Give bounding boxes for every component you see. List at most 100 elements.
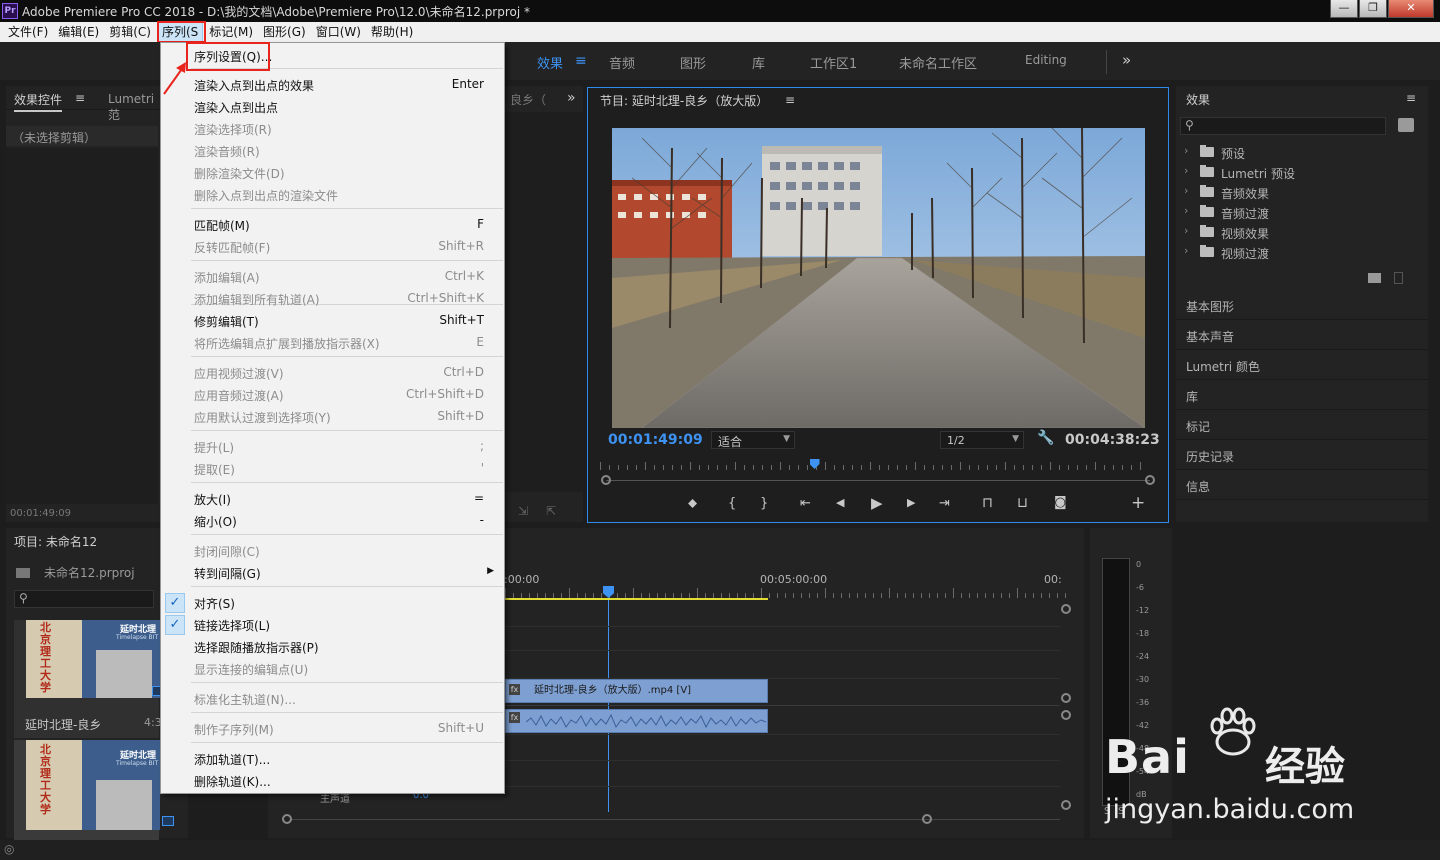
program-menu-icon[interactable]: ≡	[785, 93, 795, 107]
workspace-library[interactable]: 库	[752, 53, 765, 72]
sequence-menu-item[interactable]: 渲染入点到出点	[161, 96, 504, 118]
sequence-menu-item[interactable]: 放大(I) =	[161, 488, 504, 510]
program-time-ruler[interactable]	[600, 460, 1150, 472]
effects-item-audio-effects[interactable]: › 音频效果	[1180, 182, 1420, 202]
panel-menu-icon[interactable]: ≡	[75, 91, 85, 105]
mark-out-icon[interactable]: }	[760, 496, 768, 511]
menu-edit[interactable]: 编辑(E)	[54, 23, 103, 41]
horizontal-zoom-handle-left[interactable]	[282, 814, 292, 824]
menu-item-label: 转到间隔(G)	[194, 567, 261, 581]
project-clip-item-2[interactable]: 北京理工大学 延时北理 Timelapse BIT	[14, 740, 174, 840]
effects-search-input[interactable]: ⚲	[1180, 117, 1386, 135]
project-search-input[interactable]: ⚲	[14, 590, 154, 608]
effects-menu-icon[interactable]: ≡	[1406, 91, 1416, 105]
effects-item-presets[interactable]: › 预设	[1180, 142, 1420, 162]
effects-item-video-effects[interactable]: › 视频效果	[1180, 222, 1420, 242]
workspace-overflow-icon[interactable]: »	[1122, 51, 1131, 69]
zoom-handle-right[interactable]	[1145, 475, 1155, 485]
camera-export-frame-icon[interactable]: ◙	[1054, 495, 1067, 510]
horizontal-scrollbar-track[interactable]	[290, 819, 1060, 820]
menu-help[interactable]: 帮助(H)	[367, 23, 417, 41]
sequence-menu-item[interactable]: ✓ 链接选择项(L)	[161, 614, 504, 636]
folder-icon	[1200, 165, 1214, 177]
sequence-menu-item: 显示连接的编辑点(U)	[161, 658, 504, 680]
lift-icon[interactable]: ⊓	[982, 495, 993, 511]
video-clip[interactable]: fx 延时北理-良乡（放大版）.mp4 [V]	[505, 679, 768, 703]
sequence-menu-item[interactable]: 删除轨道(K)...	[161, 770, 504, 792]
step-forward-icon[interactable]: ▶	[907, 496, 915, 509]
maximize-button[interactable]: ❐	[1359, 0, 1387, 18]
step-back-icon[interactable]: ◀	[836, 496, 844, 509]
close-button[interactable]: ✕	[1388, 0, 1434, 18]
workspace-1[interactable]: 工作区1	[810, 53, 857, 72]
wrench-settings-icon[interactable]: 🔧	[1037, 430, 1054, 446]
play-icon[interactable]: ▶	[871, 494, 883, 512]
sequence-menu-item[interactable]: 缩小(O) -	[161, 510, 504, 532]
workspace-audio[interactable]: 音频	[609, 53, 635, 72]
minimize-button[interactable]: —	[1330, 0, 1358, 18]
sequence-menu-item[interactable]: 修剪编辑(T) Shift+T	[161, 310, 504, 332]
ruler-tick	[1017, 588, 1018, 598]
timeline-time-ruler[interactable]	[505, 588, 1066, 598]
audio-clip[interactable]: fx	[505, 709, 768, 733]
button-editor-add-icon[interactable]: +	[1131, 493, 1145, 513]
sequence-menu-item[interactable]: ✓ 对齐(S)	[161, 592, 504, 614]
workspace-graphics[interactable]: 图形	[680, 53, 706, 72]
workspace-effects[interactable]: 效果	[537, 53, 563, 72]
section-essential-graphics[interactable]: 基本图形	[1176, 290, 1428, 320]
source-monitor-body	[505, 112, 583, 492]
menu-marker[interactable]: 标记(M)	[205, 23, 257, 41]
go-to-in-icon[interactable]: ⇤	[800, 496, 811, 511]
ruler-tick	[569, 588, 570, 598]
tab-effect-controls[interactable]: 效果控件	[14, 91, 63, 112]
section-libraries[interactable]: 库	[1176, 380, 1428, 410]
section-essential-sound[interactable]: 基本声音	[1176, 320, 1428, 350]
source-export-icon[interactable]: ⇲	[518, 504, 528, 518]
sequence-menu-item[interactable]: 添加轨道(T)...	[161, 748, 504, 770]
source-overflow-icon[interactable]: »	[567, 90, 576, 106]
vertical-zoom-handle-bottom[interactable]	[1061, 800, 1071, 810]
sequence-menu-item[interactable]: 转到间隔(G) ▶	[161, 562, 504, 584]
trash-icon[interactable]	[1394, 272, 1403, 284]
section-info[interactable]: 信息	[1176, 470, 1428, 500]
new-bin-folder-icon[interactable]	[1368, 273, 1381, 283]
source-insert-icon[interactable]: ⇱	[546, 504, 556, 518]
add-marker-icon[interactable]: ⬥	[688, 496, 697, 511]
red-arrow-icon	[163, 62, 186, 95]
workspace-editing[interactable]: Editing	[1025, 53, 1067, 67]
work-area-bar[interactable]	[505, 598, 768, 600]
menu-file[interactable]: 文件(F)	[4, 23, 52, 41]
mark-in-icon[interactable]: {	[728, 496, 736, 511]
resolution-dropdown[interactable]: 1/2 ▼	[940, 431, 1024, 449]
go-to-out-icon[interactable]: ⇥	[939, 496, 950, 511]
project-clip-item-1[interactable]: 北京理工大学 延时北理 Timelapse BIT 延时北理-良乡 4:3	[14, 620, 164, 738]
workspace-menu-icon[interactable]: ≡	[575, 53, 587, 69]
vertical-zoom-handle-top[interactable]	[1061, 604, 1071, 614]
ruler-tick	[825, 588, 826, 598]
zoom-handle-left[interactable]	[601, 475, 611, 485]
vertical-zoom-handle-audio[interactable]	[1061, 710, 1071, 720]
menu-window[interactable]: 窗口(W)	[312, 23, 365, 41]
menu-clip[interactable]: 剪辑(C)	[105, 23, 155, 41]
ruler-tick	[987, 465, 988, 470]
sequence-menu-item[interactable]: 渲染入点到出点的效果 Enter	[161, 74, 504, 96]
section-history[interactable]: 历史记录	[1176, 440, 1428, 470]
watermark-url: jingyan.baidu.com	[1105, 794, 1355, 825]
sequence-menu-item[interactable]: 匹配帧(M) F	[161, 214, 504, 236]
zoom-fit-dropdown[interactable]: 适合 ▼	[711, 431, 795, 449]
extract-icon[interactable]: ⊔	[1017, 495, 1028, 511]
current-time-display[interactable]: 00:01:49:09	[608, 432, 703, 448]
new-preset-bin-icon[interactable]	[1398, 118, 1414, 132]
workspace-unnamed[interactable]: 未命名工作区	[899, 53, 977, 72]
thumbnail-banner-text: 北京理工大学	[40, 621, 51, 694]
effects-item-video-transitions[interactable]: › 视频过渡	[1180, 242, 1420, 262]
zoom-scrollbar-track[interactable]	[606, 480, 1150, 481]
vertical-zoom-handle-mid[interactable]	[1061, 693, 1071, 703]
section-lumetri-color[interactable]: Lumetri 颜色	[1176, 350, 1428, 380]
sequence-menu-item[interactable]: 选择跟随播放指示器(P)	[161, 636, 504, 658]
horizontal-zoom-handle-right[interactable]	[922, 814, 932, 824]
effects-item-lumetri-presets[interactable]: › Lumetri 预设	[1180, 162, 1420, 182]
section-markers[interactable]: 标记	[1176, 410, 1428, 440]
effects-item-audio-transitions[interactable]: › 音频过渡	[1180, 202, 1420, 222]
menu-graphics[interactable]: 图形(G)	[259, 23, 310, 41]
